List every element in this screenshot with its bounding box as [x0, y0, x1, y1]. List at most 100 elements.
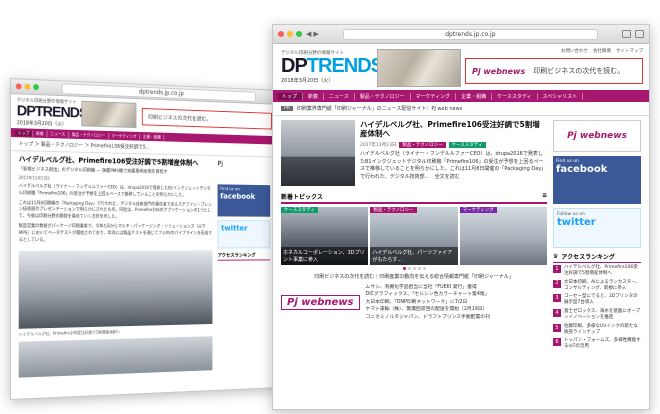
rank-text: 大日本印刷、AIによるランカスター、コンサルティング、新規に参入 [564, 279, 641, 291]
site-header: デジタル印刷分野の情報サイト DPTRENDS 2018年3月20日（火） お問… [273, 44, 649, 90]
category-tag[interactable]: 製品・テクノロジー [399, 141, 446, 148]
pj-webnews-ad[interactable]: Pj webnews [553, 120, 641, 152]
background-browser-window: dptrends.jp.co.jp デジタル印刷分野の情報サイト DPTREND… [10, 78, 278, 400]
minimize-icon[interactable] [287, 31, 293, 37]
article-thumbnail[interactable] [281, 120, 355, 186]
banner-text: 印刷ビジネスの次代を読む。 [148, 114, 212, 123]
pj-brand: Pj webnews [472, 66, 526, 76]
pr-bar: PR 印刷業界専門紙「印刷ジャーナル」のニュース配信サイト：PJ web new… [273, 102, 649, 116]
rank-number: 2 [553, 279, 561, 288]
ranking-item[interactable]: 5 佐藤印刷、多様なUVインクの新たな販売ラインナップ [553, 323, 641, 336]
zoom-icon[interactable] [296, 31, 302, 37]
sidebar: Pj Find us on facebook twitter アクセスランキング [217, 160, 271, 370]
rank-number: 4 [553, 309, 561, 318]
news-item[interactable]: ヤマト運輸（株）、無償回収回の配送を開始（2月19日） [366, 306, 490, 313]
tabs-icon[interactable] [635, 30, 644, 38]
rank-number: 6 [553, 338, 561, 347]
ranking-item[interactable]: 6 トッパン・フォームズ、多様性機能するIoTの活用 [553, 338, 641, 350]
window-controls [15, 83, 39, 91]
zoom-icon[interactable] [33, 83, 39, 91]
close-icon[interactable] [15, 83, 22, 90]
newspaper-banner-image[interactable] [377, 49, 461, 87]
menu-item-company[interactable]: 企業・組織 [140, 133, 165, 140]
twitter-widget[interactable]: Follow us on twitter [553, 208, 641, 248]
menu-item-specialist[interactable]: スペシャリスト [538, 92, 584, 100]
pj-ad[interactable]: Pj [218, 160, 271, 185]
topics-title: 新着トピックス [281, 194, 323, 201]
tile-caption: ハイデルベルグ社、パーツファイアがもたらす… [370, 247, 458, 265]
news-item[interactable]: 大日本印刷、「DNP印刷ネットワーク」に7/2日 [366, 299, 490, 306]
pj-news-section: Pj webnews ムサシ、有機化学品担当に当社「FUEKI 発行」獲得 DI… [281, 284, 547, 321]
rank-text: 富士ゼロックス、海水を基盤にオープンイノベーションを推進 [564, 309, 641, 320]
article-title[interactable]: ハイデルベルグ社、Primefire106受注好調で5割増産体制へ [360, 120, 547, 139]
ranking-item[interactable]: 4 富士ゼロックス、海水を基盤にオープンイノベーションを推進 [553, 309, 641, 321]
featured-article[interactable]: ハイデルベルグ社、Primefire106受注好調で5割増産体制へ 2017年1… [281, 120, 547, 186]
nav-arrows: ◀ ▶ [306, 30, 319, 38]
menu-item-new[interactable]: 新着 [33, 130, 48, 137]
menu-item-tech[interactable]: 製品・テクノロジー [355, 92, 411, 100]
menu-item-new[interactable]: 新着 [303, 92, 325, 100]
foreground-browser-window: ◀ ▶ dptrends.jp.co.jp デジタル印刷分野の情報サイト DPT… [272, 24, 650, 410]
crown-icon: ♛ [553, 253, 559, 260]
menu-icon[interactable]: ≡ [542, 192, 547, 201]
topic-tile[interactable]: 製品・テクノロジー ハイデルベルグ社、パーツファイアがもたらす… [370, 207, 458, 265]
menu-item-marketing[interactable]: マーケティング [108, 132, 141, 140]
article-date: 2017年11月13日 [360, 142, 397, 148]
twitter-widget[interactable]: twitter [217, 220, 271, 249]
title-bar: ◀ ▶ dptrends.jp.co.jp [273, 25, 649, 44]
twitter-label: twitter [221, 223, 248, 233]
ranking-item[interactable]: 1 ハイデルベルグ社、Primefire106受注好調で5割増産体制へ [553, 265, 641, 277]
ranking-item[interactable]: 3 コーセー型にでると、3Dプリンタの展示型7台導入 [553, 294, 641, 306]
news-item[interactable]: DICグラフィックス、「セルシン色カラーチャート第4版」 [366, 291, 490, 298]
about-link[interactable]: 会社概要 [593, 48, 611, 54]
menu-item-top[interactable]: トップ [277, 92, 304, 100]
news-item[interactable]: コニカミノルタジャパン、ドラフトプリンス手動配置の刊 [366, 314, 490, 321]
facebook-widget[interactable]: Find us on facebook [217, 184, 271, 217]
menu-item-top[interactable]: トップ [14, 129, 34, 137]
topic-tile[interactable]: マーケティング [459, 207, 547, 265]
contact-link[interactable]: お問い合わせ [561, 48, 588, 54]
article-para: これは11月8日開催の「Packaging Day」で行われた、デジタル技術部門… [18, 200, 212, 220]
pj-link[interactable]: 印刷ビジネスの次代を読む｜印刷産業の動向を伝える総合情報専門紙「印刷ジャーナル」 [314, 273, 514, 280]
sitemap-link[interactable]: サイトマップ [616, 48, 643, 54]
menu-item-news[interactable]: ニュース [324, 92, 355, 100]
pj-banner[interactable]: 印刷ビジネスの次代を読む。 [141, 107, 272, 130]
facebook-widget[interactable]: Find us on facebook [553, 156, 641, 204]
tile-caption: ホネカルコーポレーション、3Dプリント事業に参入 [281, 247, 369, 265]
rank-number: 5 [553, 323, 561, 332]
category-tag[interactable]: ケーススタディ [448, 141, 486, 148]
share-icon[interactable] [622, 30, 631, 38]
minimize-icon[interactable] [24, 83, 31, 90]
ranking-item[interactable]: 2 大日本印刷、AIによるランカスター、コンサルティング、新規に参入 [553, 279, 641, 292]
pj-webnews-logo[interactable]: Pj webnews [281, 295, 360, 311]
menu-item-tech[interactable]: 製品・テクノロジー [68, 131, 109, 139]
address-bar[interactable]: dptrends.jp.co.jp [342, 28, 598, 40]
news-item[interactable]: ムサシ、有機化学品担当に当社「FUEKI 発行」獲得 [366, 284, 490, 291]
site-logo[interactable]: DPTRENDS [281, 55, 384, 77]
menu-item-marketing[interactable]: マーケティング [411, 92, 457, 100]
site-logo[interactable]: DPTRENDS [17, 102, 88, 121]
newspaper-banner-image[interactable] [81, 100, 137, 129]
pj-banner[interactable]: Pj webnews 印刷ビジネスの次代を読む。 [465, 58, 643, 84]
menu-item-news[interactable]: ニュース [47, 130, 69, 138]
article-para: 製造営業の数値がパッケージ印刷業者で、今年1月からマルチ・パッケージング・ソリュ… [18, 224, 213, 243]
carousel-dots[interactable] [281, 267, 547, 270]
site-date: 2018年3月20日（火） [281, 78, 334, 84]
rank-number: 1 [553, 265, 561, 273]
banner-text: 印刷ビジネスの次代を読む。 [533, 67, 625, 75]
menu-item-casestudy[interactable]: ケーススタディ [492, 92, 538, 100]
logo-part-dp: DP [281, 55, 308, 77]
topics-heading: 新着トピックス ≡ [281, 192, 547, 204]
tile-tag: マーケティング [459, 207, 497, 213]
forward-arrow-icon[interactable]: ▶ [313, 30, 318, 38]
close-icon[interactable] [278, 31, 284, 37]
pr-link[interactable]: 印刷業界専門紙「印刷ジャーナル」のニュース配信サイト：PJ web news [297, 105, 462, 112]
menu-item-company[interactable]: 企業・組織 [456, 92, 493, 100]
breadcrumb-text[interactable]: トップ ＞ 製品・テクノロジー ＞ Primefire106受注好調で5… [19, 140, 150, 150]
article-meta: 2017年11月13日 製品・テクノロジー ケーススタディ [360, 141, 547, 148]
rank-text: ハイデルベルグ社、Primefire106受注好調で5割増産体制へ [564, 265, 638, 276]
topic-tile[interactable]: ケーススタディ ホネカルコーポレーション、3Dプリント事業に参入 [281, 207, 369, 265]
rank-text: 佐藤印刷、多様なUVインクの新たな販売ラインナップ [564, 323, 638, 335]
window-controls [278, 31, 302, 37]
back-arrow-icon[interactable]: ◀ [306, 30, 311, 38]
